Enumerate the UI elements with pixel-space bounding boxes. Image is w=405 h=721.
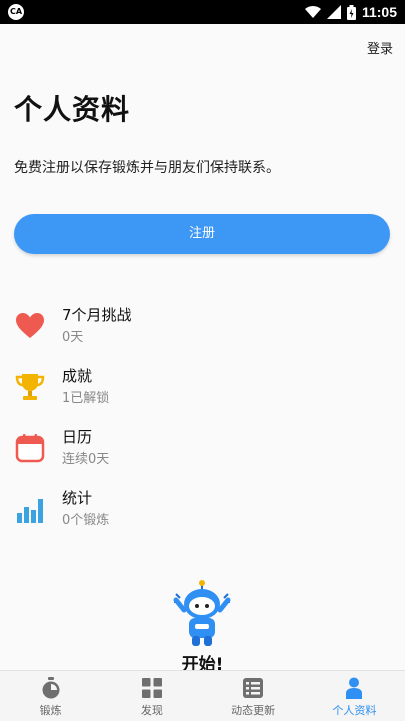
profile-screen: 登录 个人资料 免费注册以保存锻炼并与朋友们保持联系。 注册 7个月挑战 0天 … (0, 24, 405, 670)
nav-label: 发现 (140, 704, 163, 717)
app-notification-icon: CA (8, 4, 24, 20)
chart-icon (17, 499, 43, 523)
nav-label: 个人资料 (332, 704, 377, 717)
person-icon (346, 677, 363, 699)
stat-subtitle: 1已解锁 (62, 391, 110, 406)
stat-subtitle: 连续0天 (62, 452, 110, 467)
nav-label: 动态更新 (231, 704, 276, 717)
stopwatch-icon (42, 677, 60, 699)
signal-icon (326, 5, 341, 19)
status-icons: 11:05 (304, 0, 397, 24)
nav-item-discover[interactable]: 发现 (101, 671, 202, 721)
feed-list-icon (243, 678, 264, 698)
status-bar: CA 11:05 (0, 0, 405, 24)
stat-subtitle: 0个锻炼 (62, 513, 110, 528)
stat-item-challenge[interactable]: 7个月挑战 0天 (14, 304, 394, 352)
stat-title: 统计 (62, 489, 93, 507)
stat-subtitle: 0天 (62, 330, 84, 345)
nav-item-feed[interactable]: 动态更新 (203, 671, 304, 721)
grid-icon (141, 678, 162, 698)
robot-mascot-icon (173, 580, 231, 646)
login-link[interactable]: 登录 (367, 38, 393, 57)
stat-item-achievements[interactable]: 成就 1已解锁 (14, 365, 394, 413)
stat-title: 日历 (62, 428, 93, 446)
register-prompt: 免费注册以保存锻炼并与朋友们保持联系。 (14, 160, 280, 176)
calendar-icon (15, 434, 45, 463)
battery-icon (346, 4, 356, 20)
nav-item-workouts[interactable]: 锻炼 (0, 671, 101, 721)
status-time: 11:05 (361, 4, 397, 20)
register-button[interactable]: 注册 (14, 214, 390, 254)
nav-label: 锻炼 (39, 704, 62, 717)
bottom-nav: 锻炼 发现 动态更新 个人资料 (0, 670, 405, 721)
stat-title: 成就 (62, 367, 93, 385)
wifi-icon (304, 5, 321, 19)
stat-item-statistics[interactable]: 统计 0个锻炼 (14, 487, 394, 535)
nav-item-profile[interactable]: 个人资料 (304, 671, 405, 721)
trophy-icon (15, 374, 45, 400)
heart-icon (16, 313, 44, 338)
start-label[interactable]: 开始! (0, 650, 405, 670)
stat-title: 7个月挑战 (62, 306, 132, 324)
page-title: 个人资料 (14, 93, 131, 126)
stat-item-calendar[interactable]: 日历 连续0天 (14, 426, 394, 474)
